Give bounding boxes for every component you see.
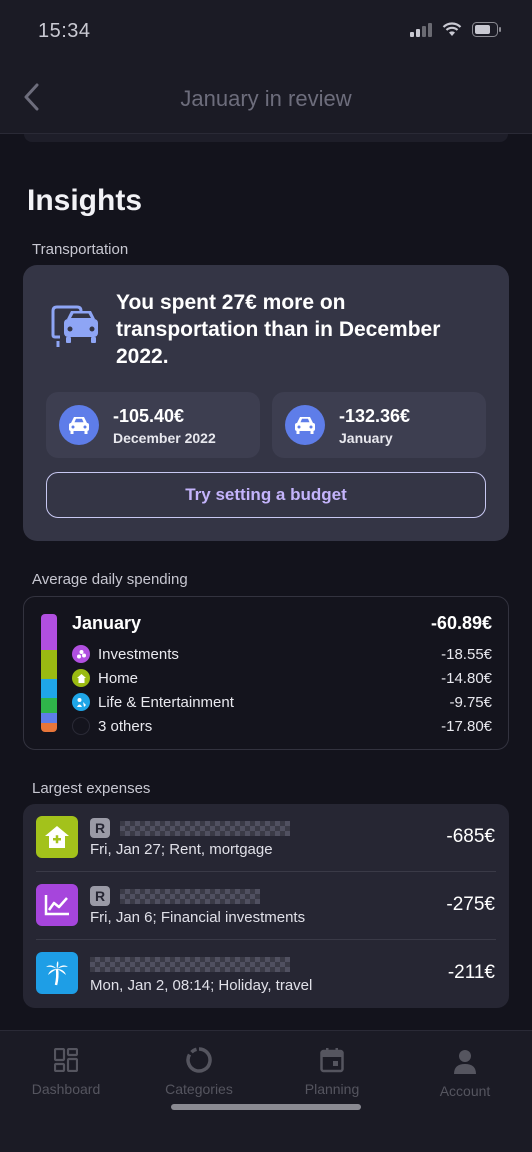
redacted-merchant-name xyxy=(120,889,260,904)
comparison-label: January xyxy=(339,430,393,446)
palm-tree-icon xyxy=(36,952,78,994)
expense-amount: -211€ xyxy=(447,962,495,983)
comparison-card-previous: -105.40€ December 2022 xyxy=(46,392,260,458)
status-time: 15:34 xyxy=(38,20,91,42)
category-value: -9.75€ xyxy=(449,693,492,711)
dashboard-icon xyxy=(54,1048,78,1072)
expense-description: Fri, Jan 6; Financial investments xyxy=(90,909,306,926)
page-title: January in review xyxy=(180,86,352,111)
previous-card-edge xyxy=(24,134,508,142)
spending-month: January xyxy=(72,613,142,633)
redacted-merchant-name xyxy=(120,821,290,836)
tab-dashboard[interactable]: Dashboard xyxy=(1,1045,131,1097)
tab-bar: Dashboard Categories Planning Account xyxy=(0,1030,532,1152)
stack-segment xyxy=(41,614,57,650)
life-entertainment-icon xyxy=(72,693,90,711)
home-icon xyxy=(36,816,78,858)
category-name: 3 others xyxy=(98,717,153,735)
category-row-investments: Investments -18.55€ xyxy=(72,644,492,664)
stack-segment xyxy=(41,678,57,698)
stack-segment xyxy=(41,649,57,679)
expense-row[interactable]: Mon, Jan 2, 08:14; Holiday, travel -211€ xyxy=(23,940,509,1008)
insight-card: You spent 27€ more on transportation tha… xyxy=(23,265,509,541)
tab-planning[interactable]: Planning xyxy=(267,1045,397,1097)
others-icon xyxy=(72,717,90,735)
stack-segment xyxy=(41,697,57,714)
expense-amount: -275€ xyxy=(446,894,495,915)
tab-account[interactable]: Account xyxy=(400,1047,530,1099)
category-stack-bar xyxy=(41,614,57,732)
category-row-others: 3 others -17.80€ xyxy=(72,716,492,736)
chart-icon xyxy=(36,884,78,926)
comparison-label: December 2022 xyxy=(113,430,216,446)
tab-categories[interactable]: Categories xyxy=(134,1045,264,1097)
tab-label: Planning xyxy=(304,1081,360,1097)
person-icon xyxy=(454,1050,476,1074)
average-daily-label: Average daily spending xyxy=(32,571,188,588)
largest-expenses-card: R Fri, Jan 27; Rent, mortgage -685€ R Fr… xyxy=(23,804,509,1008)
category-row-home: Home -14.80€ xyxy=(72,668,492,688)
transportation-label: Transportation xyxy=(32,241,129,258)
insights-heading: Insights xyxy=(27,184,143,217)
status-bar: 15:34 xyxy=(0,0,532,62)
category-value: -18.55€ xyxy=(441,645,492,663)
expense-description: Fri, Jan 27; Rent, mortgage xyxy=(90,841,273,858)
category-value: -14.80€ xyxy=(441,669,492,687)
wifi-icon xyxy=(442,22,462,36)
investments-icon xyxy=(72,645,90,663)
comparison-amount: -132.36€ xyxy=(339,406,411,426)
status-icons xyxy=(410,22,502,37)
insight-message: You spent 27€ more on transportation tha… xyxy=(116,291,441,368)
stack-segment xyxy=(41,713,57,724)
expense-row[interactable]: R Fri, Jan 6; Financial investments -275… xyxy=(23,872,509,940)
comparison-card-current: -132.36€ January xyxy=(272,392,486,458)
category-value: -17.80€ xyxy=(441,717,492,735)
set-budget-button[interactable]: Try setting a budget xyxy=(46,472,486,518)
category-name: Home xyxy=(98,669,139,687)
average-daily-card[interactable]: January -60.89€ Investments -18.55€ Home… xyxy=(23,596,509,750)
transportation-icon xyxy=(51,305,98,347)
battery-icon xyxy=(472,22,501,37)
stack-segment xyxy=(41,723,57,732)
nav-header: January in review xyxy=(0,62,532,134)
home-icon xyxy=(72,669,90,687)
expense-amount: -685€ xyxy=(446,826,495,847)
redacted-merchant-name xyxy=(90,957,290,972)
largest-expenses-label: Largest expenses xyxy=(32,780,151,797)
expense-description: Mon, Jan 2, 08:14; Holiday, travel xyxy=(90,977,313,994)
spending-total: -60.89€ xyxy=(430,613,492,633)
tab-label: Categories xyxy=(165,1081,233,1097)
home-indicator xyxy=(171,1104,361,1110)
calendar-icon xyxy=(320,1048,344,1073)
recurring-badge: R xyxy=(90,886,110,906)
recurring-badge: R xyxy=(90,818,110,838)
tab-label: Account xyxy=(439,1083,491,1099)
car-icon xyxy=(59,405,99,445)
signal-icon xyxy=(410,22,432,37)
category-name: Investments xyxy=(98,645,179,663)
category-row-life-entertainment: Life & Entertainment -9.75€ xyxy=(72,692,492,712)
comparison-amount: -105.40€ xyxy=(113,406,185,426)
categories-icon xyxy=(186,1047,212,1073)
category-name: Life & Entertainment xyxy=(98,693,234,711)
car-icon xyxy=(285,405,325,445)
expense-row[interactable]: R Fri, Jan 27; Rent, mortgage -685€ xyxy=(23,804,509,872)
tab-label: Dashboard xyxy=(31,1081,101,1097)
